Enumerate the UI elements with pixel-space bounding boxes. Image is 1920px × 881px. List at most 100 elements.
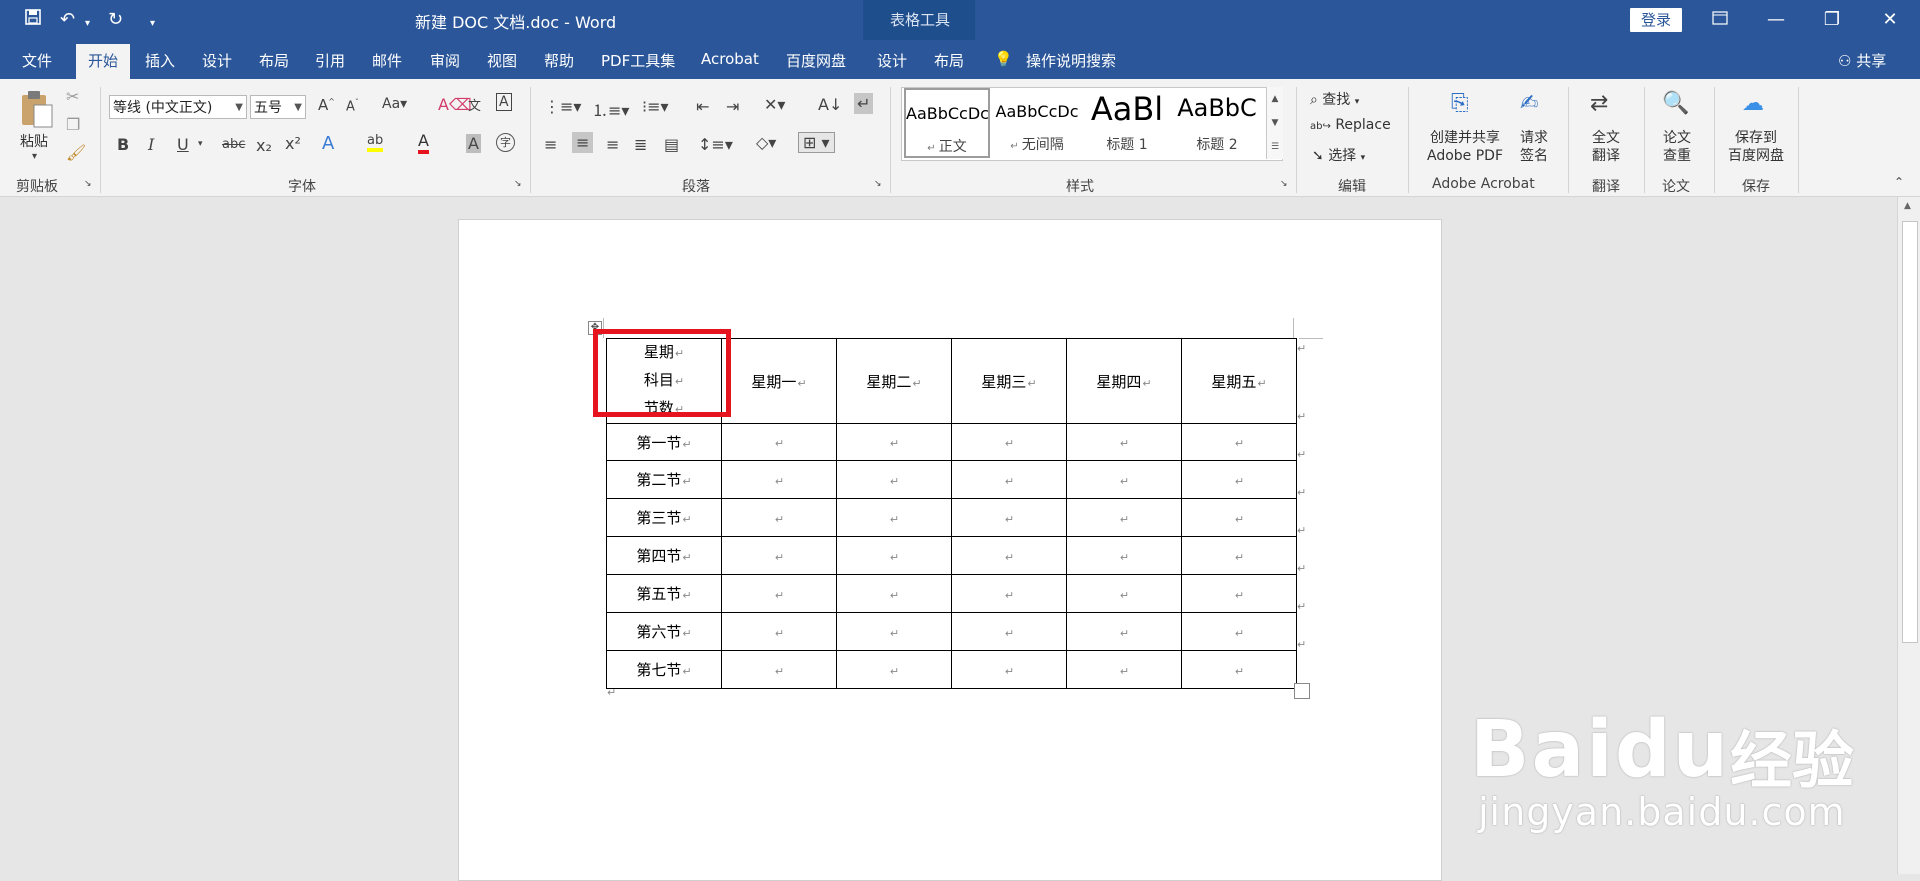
table-cell[interactable]: ↵	[721, 612, 837, 651]
table-cell[interactable]: ↵	[1066, 460, 1182, 499]
table-cell[interactable]: ↵	[1181, 498, 1297, 537]
header-cell[interactable]: 星期三↵	[951, 338, 1067, 424]
table-cell[interactable]: ↵	[1066, 574, 1182, 613]
table-cell[interactable]: ↵	[951, 574, 1067, 613]
table-cell[interactable]: ↵	[1066, 650, 1182, 689]
multilevel-list-icon[interactable]: ⁝≡▾	[642, 97, 669, 116]
text-effects-icon[interactable]: A	[322, 133, 334, 154]
table-resize-handle[interactable]	[1294, 683, 1310, 699]
full-text-translate-button[interactable]: 全文 翻译	[1588, 129, 1624, 165]
character-shading-icon[interactable]: A	[466, 134, 481, 153]
table-cell[interactable]: ↵	[1181, 423, 1297, 461]
format-painter-icon[interactable]: 🖌	[66, 143, 86, 162]
header-cell[interactable]: 星期五↵	[1181, 338, 1297, 424]
undo-dropdown-icon[interactable]: ▾	[85, 12, 90, 36]
bold-button[interactable]: B	[117, 135, 129, 154]
bullets-icon[interactable]: ⋮≡▾	[544, 97, 581, 116]
numbering-icon[interactable]: ⒈≡▾	[592, 97, 629, 121]
style-heading-1[interactable]: AaBl 标题 1	[1084, 88, 1170, 158]
distributed-icon[interactable]: ▤	[664, 135, 679, 154]
styles-gallery-scroll[interactable]: ▲ ▼ ☰	[1266, 87, 1283, 159]
font-size-combo[interactable]: 五号 ▼	[250, 95, 306, 119]
font-color-icon[interactable]: A	[418, 131, 429, 154]
more-styles-icon[interactable]: ☰	[1267, 135, 1283, 159]
line-spacing-icon[interactable]: ↕≡▾	[698, 135, 733, 154]
table-cell[interactable]: ↵	[1181, 612, 1297, 651]
table-cell[interactable]: ↵	[721, 574, 837, 613]
header-cell[interactable]: 星期四↵	[1066, 338, 1182, 424]
shading-icon[interactable]: ◇▾	[756, 133, 776, 152]
strikethrough-button[interactable]: abc	[222, 137, 245, 152]
justify-icon[interactable]: ≣	[634, 135, 647, 154]
find-button[interactable]: ⌕ 查找 ▾	[1310, 89, 1359, 109]
tab-mailings[interactable]: 邮件	[372, 50, 402, 71]
table-cell[interactable]: ↵	[951, 498, 1067, 537]
subscript-button[interactable]: x₂	[256, 136, 272, 155]
copy-icon[interactable]: ❐	[66, 115, 80, 134]
cut-icon[interactable]: ✂	[66, 87, 79, 106]
table-cell[interactable]: ↵	[1066, 536, 1182, 575]
increase-indent-icon[interactable]: ⇥	[726, 97, 739, 116]
align-center-icon[interactable]: ≡	[572, 132, 594, 153]
styles-launcher-icon[interactable]: ↘	[1280, 179, 1288, 189]
tab-insert[interactable]: 插入	[145, 50, 175, 71]
tab-baidu-netdisk[interactable]: 百度网盘	[786, 50, 846, 71]
close-icon[interactable]: ✕	[1870, 6, 1910, 34]
table-cell[interactable]: ↵	[951, 612, 1067, 651]
table-cell[interactable]: ↵	[836, 423, 952, 461]
table-cell[interactable]: ↵	[951, 423, 1067, 461]
table-cell[interactable]: ↵	[1181, 460, 1297, 499]
tab-review[interactable]: 审阅	[430, 50, 460, 71]
tab-acrobat[interactable]: Acrobat	[701, 50, 759, 68]
row-header-cell[interactable]: 第一节↵	[606, 423, 722, 461]
row-header-cell[interactable]: 第六节↵	[606, 612, 722, 651]
show-marks-icon[interactable]: ↵	[854, 93, 874, 114]
vertical-scrollbar[interactable]: ▲	[1897, 197, 1920, 874]
table-cell[interactable]: ↵	[951, 460, 1067, 499]
tab-pdf-tools[interactable]: PDF工具集	[601, 50, 675, 71]
decrease-indent-icon[interactable]: ⇤	[696, 97, 709, 116]
table-cell[interactable]: ↵	[721, 460, 837, 499]
tab-references[interactable]: 引用	[315, 50, 345, 71]
table-cell[interactable]: ↵	[1066, 612, 1182, 651]
paste-dropdown-icon[interactable]: ▾	[32, 151, 37, 162]
header-cell[interactable]: 星期二↵	[836, 338, 952, 424]
paste-button[interactable]: 粘贴	[20, 131, 48, 151]
tab-help[interactable]: 帮助	[544, 50, 574, 71]
clear-formatting-icon[interactable]: A⌫	[438, 95, 472, 114]
style-heading-2[interactable]: AaBbC 标题 2	[1174, 88, 1260, 158]
shrink-font-icon[interactable]: Aˇ	[346, 98, 359, 114]
paragraph-launcher-icon[interactable]: ↘	[874, 179, 882, 189]
row-header-cell[interactable]: 第五节↵	[606, 574, 722, 613]
tab-design[interactable]: 设计	[202, 50, 232, 71]
tell-me-search[interactable]: 操作说明搜索	[1026, 50, 1116, 71]
replace-button[interactable]: ab↪ Replace	[1310, 117, 1391, 133]
row-header-cell[interactable]: 第二节↵	[606, 460, 722, 499]
scrollbar-thumb[interactable]	[1902, 221, 1918, 643]
superscript-button[interactable]: x²	[285, 134, 301, 153]
font-launcher-icon[interactable]: ↘	[514, 179, 522, 189]
grow-font-icon[interactable]: A^	[318, 96, 335, 114]
paper-check-button[interactable]: 论文 查重	[1659, 129, 1695, 165]
table-cell[interactable]: ↵	[951, 536, 1067, 575]
share-button[interactable]: ⚇ 共享	[1838, 50, 1886, 71]
style-normal[interactable]: AaBbCcDc ↵ 正文	[904, 88, 990, 158]
row-header-cell[interactable]: 第七节↵	[606, 650, 722, 689]
underline-button[interactable]: U	[177, 135, 189, 154]
minimize-icon[interactable]: —	[1756, 6, 1796, 34]
save-icon[interactable]	[24, 8, 42, 33]
table-cell[interactable]: ↵	[1066, 423, 1182, 461]
tab-table-design[interactable]: 设计	[877, 50, 907, 71]
document-page[interactable]: ✥ 星期↵ 科目↵ 节数↵ 星期一↵ 星期二↵ 星期三↵ 星期四↵ 星期五↵ 第…	[458, 219, 1442, 881]
request-signature-button[interactable]: 请求 签名	[1514, 129, 1554, 165]
tab-table-layout[interactable]: 布局	[934, 50, 964, 71]
tab-file[interactable]: 文件	[22, 50, 52, 71]
login-button[interactable]: 登录	[1630, 8, 1682, 32]
header-cell[interactable]: 星期一↵	[721, 338, 837, 424]
table-cell[interactable]: ↵	[1181, 650, 1297, 689]
customize-qat-icon[interactable]: ▾	[150, 12, 155, 36]
table-cell[interactable]: ↵	[1066, 498, 1182, 537]
tab-layout[interactable]: 布局	[259, 50, 289, 71]
select-button[interactable]: ➘ 选择 ▾	[1312, 145, 1365, 165]
borders-icon[interactable]: ⊞ ▾	[798, 132, 835, 153]
